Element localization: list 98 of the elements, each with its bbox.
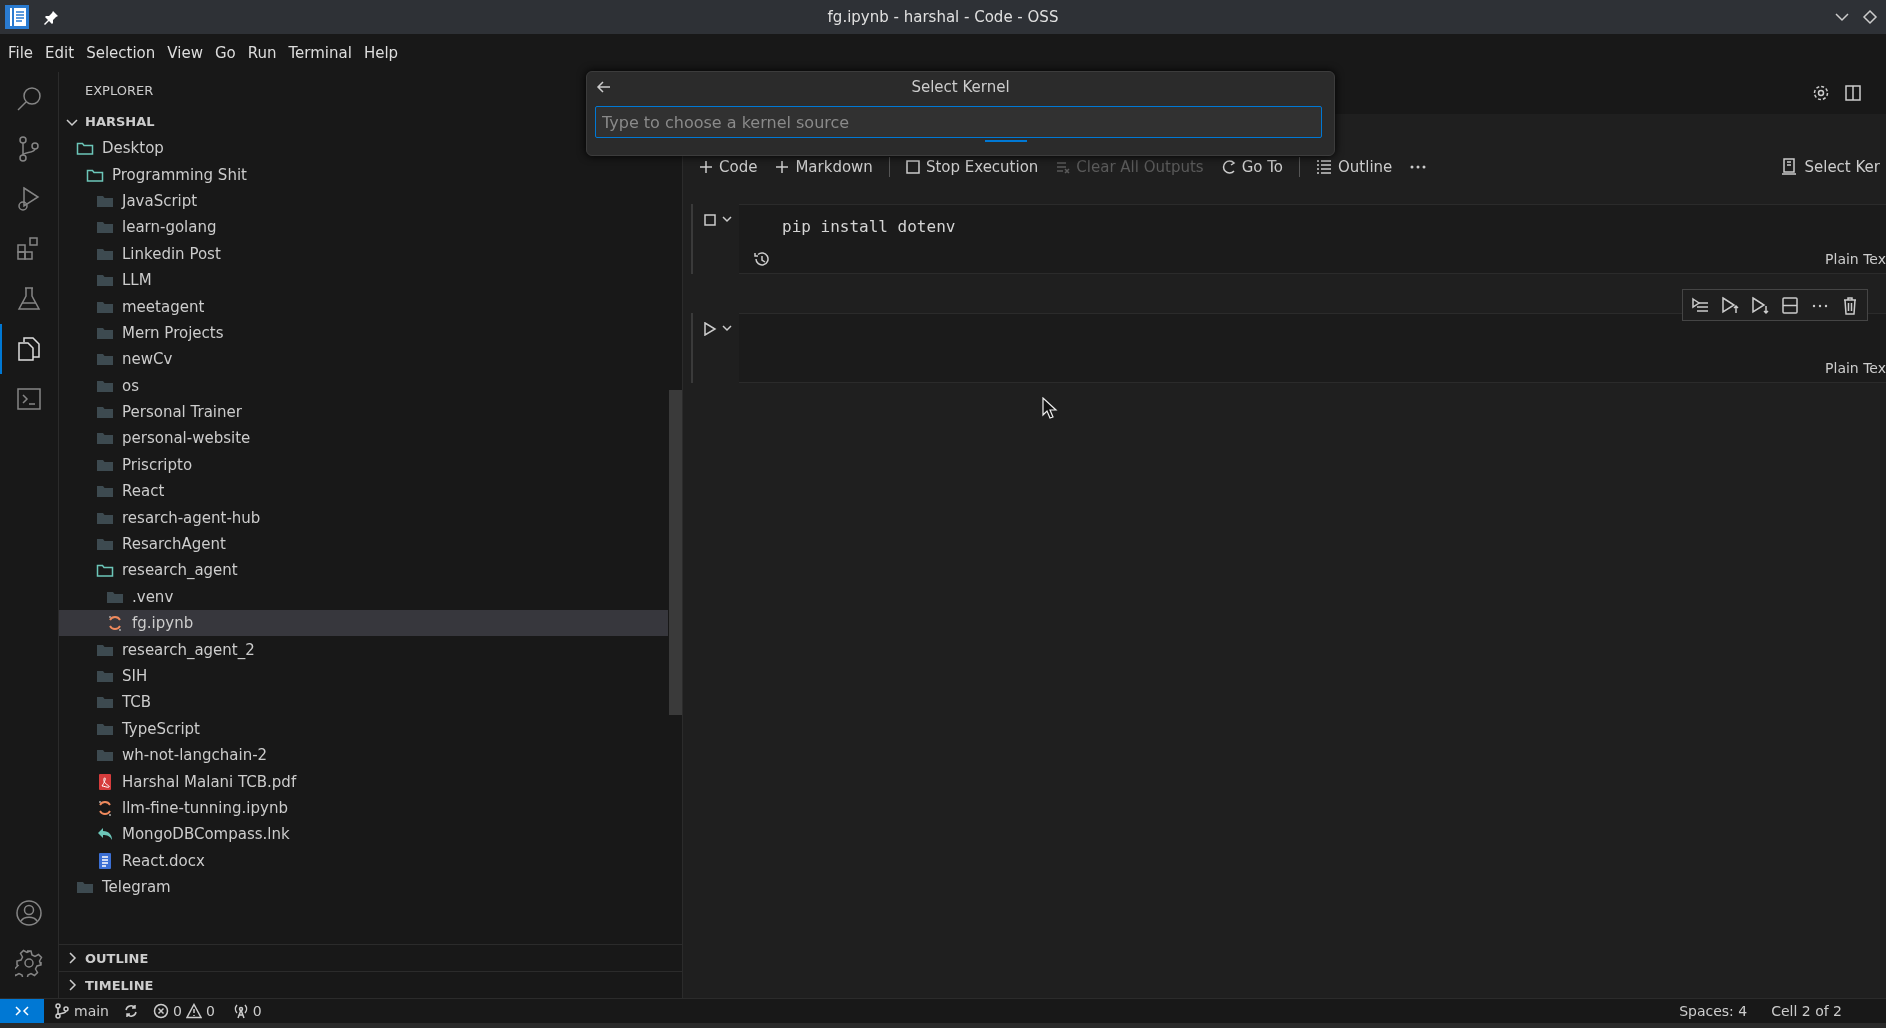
split-editor-icon[interactable] [1844,84,1862,102]
section-header[interactable]: OUTLINE [59,944,682,971]
menu-item[interactable]: File [2,44,40,62]
language-label[interactable]: Plain Tex [1825,251,1886,267]
notebook-file-icon [106,614,124,633]
plus-icon [775,160,790,174]
run-by-line-icon[interactable] [1691,295,1709,315]
flask-icon[interactable] [15,285,43,313]
sync-icon[interactable] [123,1003,139,1019]
stop-icon[interactable] [703,213,717,227]
code-cell[interactable]: Plain Tex [739,313,1886,383]
tree-item[interactable]: Desktop [59,135,668,162]
tree-item[interactable]: .venv [59,583,668,611]
menu-item[interactable]: Help [357,44,405,62]
toolbar-button[interactable]: Go To [1219,156,1285,178]
folder-name[interactable]: HARSHAL [85,114,155,129]
toolbar-button[interactable]: Code [697,156,760,178]
pdf-file-icon [96,772,114,791]
tree-item[interactable]: fg.ipynb [59,610,668,637]
status-item[interactable]: Spaces: 4 [1675,1003,1752,1019]
tree-item[interactable]: meetagent [59,293,668,320]
tree-item[interactable]: Priscripto [59,451,668,479]
tree-item[interactable]: learn-golang [59,214,668,241]
run-above-icon[interactable] [1721,295,1739,315]
remote-icon [15,1006,29,1016]
language-label[interactable]: Plain Tex [1825,360,1886,376]
tree-item[interactable]: llm-fine-tunning.ipynb [59,794,668,822]
more-icon[interactable] [1410,165,1427,169]
tree-item[interactable]: React.docx [59,847,668,874]
quick-pick-title: Select Kernel [911,78,1010,96]
tree-item[interactable]: wh-not-langchain-2 [59,742,668,769]
notebook-file-icon [96,798,114,817]
scrollbar-thumb[interactable] [669,390,682,715]
chevron-down-icon[interactable] [721,213,733,225]
tree-item[interactable]: newCv [59,346,668,373]
tree-item[interactable]: Personal Trainer [59,398,668,426]
toolbar-button[interactable]: Stop Execution [903,156,1041,178]
pin-icon[interactable] [44,9,60,25]
search-icon[interactable] [15,85,43,113]
tree-item[interactable]: JavaScript [59,187,668,215]
tree-item[interactable]: research_agent [59,557,668,584]
ports-status[interactable]: 0 [228,1003,266,1019]
document-file-icon [96,851,114,870]
kernel-button[interactable]: Select Ker [1778,156,1882,178]
menu-item[interactable]: Run [241,44,283,62]
kernel-search-field[interactable]: Type to choose a kernel source [595,106,1322,138]
tree-item[interactable]: Telegram [59,873,668,901]
window-title: fg.ipynb - harshal - Code - OSS [827,8,1059,26]
terminal-icon[interactable] [15,385,43,413]
antenna-icon [232,1003,249,1019]
code-line: pip install dotenv [782,217,957,237]
server-icon [1780,158,1799,176]
code-cell[interactable]: pip install dotenv Plain Tex [739,204,1886,274]
status-item[interactable]: Cell 2 of 2 [1767,1003,1846,1019]
run-below-icon[interactable] [1751,295,1769,315]
branch-icon [54,1003,70,1019]
tree-item[interactable]: TCB [59,689,668,716]
toolbar-button[interactable]: Markdown [773,156,875,178]
git-branch-status[interactable]: main [50,1003,113,1019]
menu-item[interactable]: Edit [39,44,81,62]
files-icon[interactable] [15,335,43,363]
tree-item[interactable]: resarch-agent-hub [59,504,668,531]
account-icon[interactable] [15,899,43,927]
tree-item[interactable]: Harshal Malani TCB.pdf [59,768,668,795]
diamond-icon[interactable] [1862,9,1878,25]
app-logo-icon [4,4,30,30]
tree-item[interactable]: Programming Shit [59,161,668,188]
stop-icon [905,160,920,174]
go-to-icon [1221,160,1236,174]
trash-icon[interactable] [1841,295,1859,315]
plus-icon [699,160,713,174]
menu-item[interactable]: Selection [80,44,162,62]
tree-item[interactable]: SIH [59,662,668,690]
toolbar-button[interactable]: Outline [1314,156,1395,178]
tree-item[interactable]: TypeScript [59,715,668,742]
history-icon[interactable] [753,251,769,267]
tree-item[interactable]: LLM [59,266,668,294]
menu-item[interactable]: View [161,44,209,62]
play-icon[interactable] [703,322,717,336]
tree-item[interactable]: Linkedin Post [59,240,668,267]
menu-item[interactable]: Terminal [282,44,358,62]
problems-status[interactable]: 0 0 [149,1003,219,1019]
menu-item[interactable]: Go [208,44,242,62]
tree-item[interactable]: MongoDBCompass.lnk [59,821,668,848]
chevron-down-icon[interactable] [721,322,733,334]
clear-outputs-icon [1056,160,1071,174]
tree-item[interactable]: research_agent_2 [59,636,668,663]
error-icon [153,1003,169,1019]
tree-item[interactable]: React [59,478,668,505]
tree-item[interactable]: ResarchAgent [59,530,668,558]
tree-item[interactable]: personal-website [59,425,668,452]
warning-icon [185,1003,202,1019]
sidebar-title: EXPLORER [85,82,154,98]
tree-item[interactable]: os [59,372,668,399]
tree-item[interactable]: Mern Projects [59,319,668,347]
mouse-cursor-icon [1042,397,1058,419]
split-cell-icon[interactable] [1781,295,1799,315]
list-icon [1316,160,1332,174]
